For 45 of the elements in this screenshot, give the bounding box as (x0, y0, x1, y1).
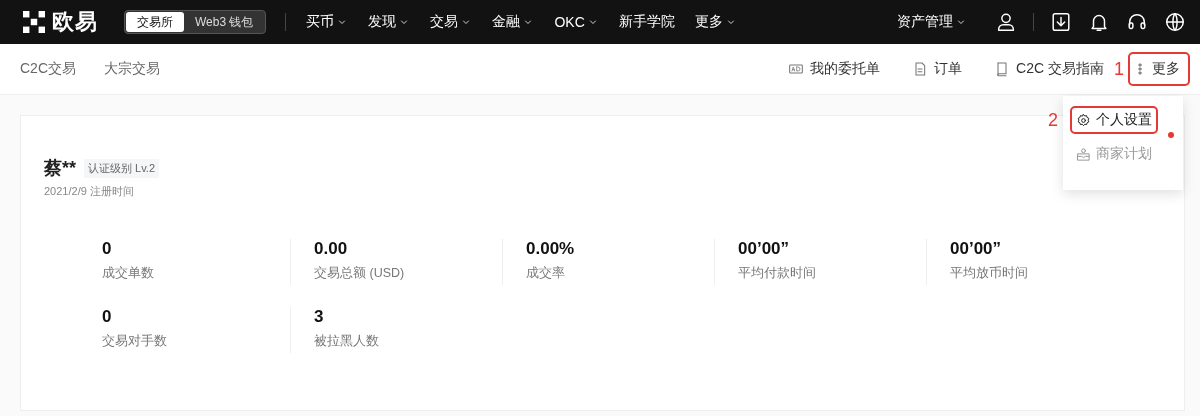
nav-menu-item[interactable]: 买币 (298, 13, 357, 31)
stat-value: 0 (102, 307, 113, 327)
mode-tab[interactable]: 交易所 (126, 12, 184, 32)
annotation-number: 1 (1114, 58, 1124, 80)
mode-tab[interactable]: Web3 钱包 (184, 12, 265, 32)
merchant-icon (1076, 146, 1091, 162)
menu-item[interactable]: 个人设置 (1072, 108, 1156, 132)
nav-menu-item[interactable]: 发现 (360, 13, 419, 31)
logo-icon (22, 11, 46, 33)
section-tab[interactable]: 大宗交易 (104, 60, 160, 78)
nav-menu-item[interactable]: 交易 (422, 13, 481, 31)
stat-value: 0.00 (314, 239, 349, 259)
kebab-icon (1138, 63, 1142, 75)
stat-value: 0.00% (526, 239, 576, 259)
stat-label: 交易对手数 (102, 333, 168, 350)
gear-icon (1076, 112, 1091, 128)
stat-label: 被拉黑人数 (314, 333, 380, 350)
more-button[interactable]: 更多 (1130, 54, 1188, 84)
stat-value: 00’00” (950, 239, 1003, 259)
stat-value: 0 (102, 239, 113, 259)
verification-badge: 认证级别 Lv.2 (84, 158, 160, 178)
stat-label: 成交率 (526, 265, 566, 282)
section-tab[interactable]: C2C交易 (20, 60, 76, 78)
annotation-number: 2 (1048, 110, 1058, 131)
nav-menu-item[interactable]: 新手学院 (610, 13, 683, 31)
ad-icon (788, 61, 805, 77)
stat-value: 00’00” (738, 239, 791, 259)
brand-name: 欧易 (52, 8, 98, 36)
toolbar-link[interactable]: 我的委托单 (788, 60, 881, 78)
toolbar-link[interactable]: 订单 (912, 60, 963, 78)
stat-label: 成交单数 (102, 265, 155, 282)
nav-menu-item[interactable]: 金融 (484, 13, 543, 31)
download-icon[interactable] (1050, 11, 1072, 33)
user-icon[interactable] (995, 11, 1017, 33)
registration-date: 2021/2/9 注册时间 (44, 184, 135, 199)
globe-icon[interactable] (1164, 11, 1186, 33)
stat-label: 平均付款时间 (738, 265, 817, 282)
user-name: 蔡** (44, 157, 76, 180)
stat-label: 交易总额 (USD) (314, 265, 406, 282)
nav-menu-item[interactable]: 更多 (686, 13, 745, 31)
stat-value: 3 (314, 307, 325, 327)
asset-menu[interactable]: 资产管理 (889, 13, 975, 31)
nav-menu-item[interactable]: OKC (546, 13, 607, 31)
stat-label: 平均放币时间 (950, 265, 1029, 282)
toolbar-link[interactable]: C2C 交易指南 (994, 60, 1104, 78)
